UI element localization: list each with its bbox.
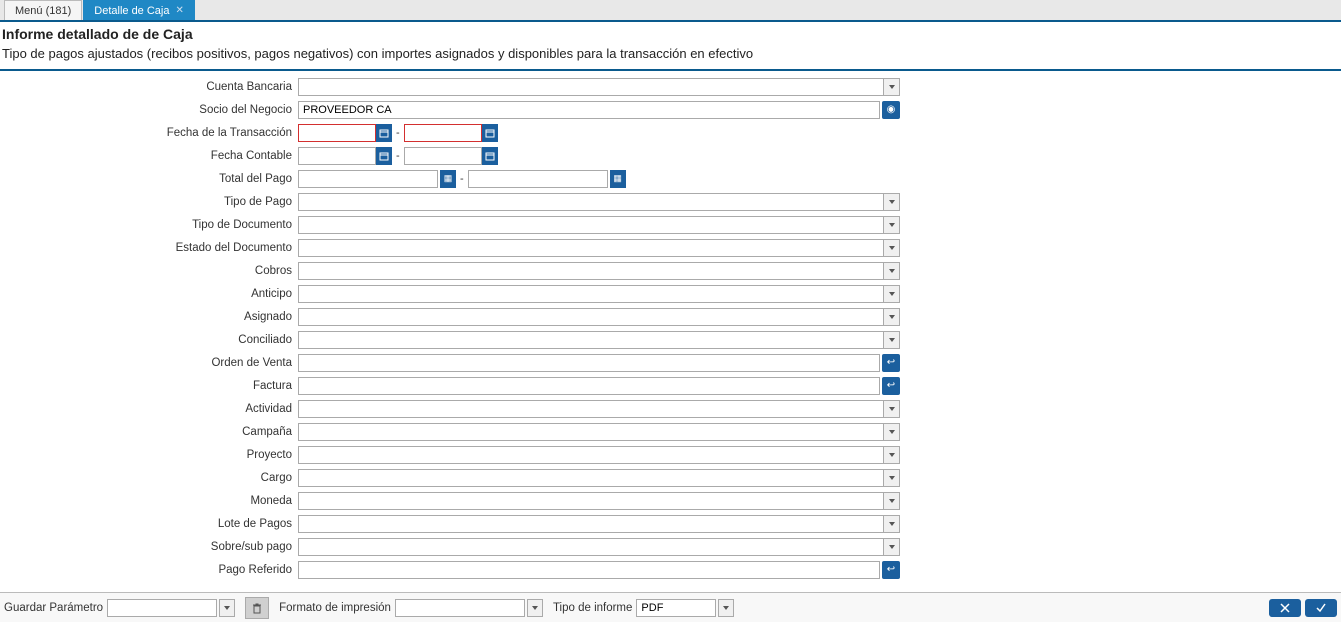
- estado-documento-input[interactable]: [298, 239, 884, 257]
- label-anticipo: Anticipo: [0, 288, 298, 300]
- proyecto-input[interactable]: [298, 446, 884, 464]
- chevron-down-icon[interactable]: [884, 193, 900, 211]
- check-icon: [1315, 602, 1327, 614]
- tab-detalle-label: Detalle de Caja: [94, 5, 169, 17]
- label-asignado: Asignado: [0, 311, 298, 323]
- chevron-down-icon[interactable]: [884, 239, 900, 257]
- chevron-down-icon[interactable]: [884, 446, 900, 464]
- calendar-icon[interactable]: [482, 147, 498, 165]
- chevron-down-icon[interactable]: [884, 400, 900, 418]
- label-orden-venta: Orden de Venta: [0, 357, 298, 369]
- factura-input[interactable]: [298, 377, 880, 395]
- tipo-pago-input[interactable]: [298, 193, 884, 211]
- page-subtitle: Tipo de pagos ajustados (recibos positiv…: [0, 44, 1341, 69]
- page-title: Informe detallado de de Caja: [0, 22, 1341, 44]
- asignado-input[interactable]: [298, 308, 884, 326]
- moneda-input[interactable]: [298, 492, 884, 510]
- socio-negocio-lookup-icon[interactable]: ◉: [882, 101, 900, 119]
- cargo-input[interactable]: [298, 469, 884, 487]
- chevron-down-icon[interactable]: [884, 216, 900, 234]
- label-socio-negocio: Socio del Negocio: [0, 104, 298, 116]
- label-sobre-sub-pago: Sobre/sub pago: [0, 541, 298, 553]
- total-pago-to-input[interactable]: [468, 170, 608, 188]
- tipo-informe-input[interactable]: [636, 599, 716, 617]
- guardar-parametro-input[interactable]: [107, 599, 217, 617]
- cancel-button[interactable]: [1269, 599, 1301, 617]
- chevron-down-icon[interactable]: [884, 331, 900, 349]
- actividad-input[interactable]: [298, 400, 884, 418]
- sobre-sub-pago-input[interactable]: [298, 538, 884, 556]
- formato-impresion-input[interactable]: [395, 599, 525, 617]
- chevron-down-icon[interactable]: [884, 492, 900, 510]
- label-total-pago: Total del Pago: [0, 173, 298, 185]
- form-area: Cuenta Bancaria Socio del Negocio ◉ Fech…: [0, 71, 1341, 581]
- fecha-transaccion-from-input[interactable]: [298, 124, 376, 142]
- chevron-down-icon[interactable]: [884, 423, 900, 441]
- orden-venta-input[interactable]: [298, 354, 880, 372]
- lookup-icon[interactable]: ↩: [882, 561, 900, 579]
- calendar-icon[interactable]: [376, 124, 392, 142]
- label-proyecto: Proyecto: [0, 449, 298, 461]
- label-conciliado: Conciliado: [0, 334, 298, 346]
- tipo-documento-input[interactable]: [298, 216, 884, 234]
- trash-icon[interactable]: [245, 597, 269, 619]
- tab-bar: Menú (181) Detalle de Caja ✕: [0, 0, 1341, 22]
- calendar-icon[interactable]: [376, 147, 392, 165]
- chevron-down-icon[interactable]: [884, 262, 900, 280]
- label-cobros: Cobros: [0, 265, 298, 277]
- footer-bar: Guardar Parámetro Formato de impresión T…: [0, 592, 1341, 622]
- chevron-down-icon[interactable]: [884, 285, 900, 303]
- ok-button[interactable]: [1305, 599, 1337, 617]
- label-fecha-transaccion: Fecha de la Transacción: [0, 127, 298, 139]
- label-fecha-contable: Fecha Contable: [0, 150, 298, 162]
- range-separator: -: [392, 127, 404, 139]
- calendar-icon[interactable]: [482, 124, 498, 142]
- label-actividad: Actividad: [0, 403, 298, 415]
- cobros-input[interactable]: [298, 262, 884, 280]
- fecha-contable-to-input[interactable]: [404, 147, 482, 165]
- calculator-icon[interactable]: ▦: [610, 170, 626, 188]
- label-factura: Factura: [0, 380, 298, 392]
- calculator-icon[interactable]: ▦: [440, 170, 456, 188]
- label-tipo-documento: Tipo de Documento: [0, 219, 298, 231]
- fecha-contable-from-input[interactable]: [298, 147, 376, 165]
- label-campana: Campaña: [0, 426, 298, 438]
- conciliado-input[interactable]: [298, 331, 884, 349]
- chevron-down-icon[interactable]: [884, 538, 900, 556]
- fecha-transaccion-to-input[interactable]: [404, 124, 482, 142]
- campana-input[interactable]: [298, 423, 884, 441]
- label-moneda: Moneda: [0, 495, 298, 507]
- chevron-down-icon[interactable]: [884, 308, 900, 326]
- range-separator: -: [456, 173, 468, 185]
- cuenta-bancaria-input[interactable]: [298, 78, 884, 96]
- total-pago-from-input[interactable]: [298, 170, 438, 188]
- label-estado-documento: Estado del Documento: [0, 242, 298, 254]
- tab-detalle-caja[interactable]: Detalle de Caja ✕: [83, 0, 195, 20]
- lookup-icon[interactable]: ↩: [882, 377, 900, 395]
- label-formato-impresion: Formato de impresión: [279, 602, 391, 614]
- range-separator: -: [392, 150, 404, 162]
- cuenta-bancaria-dropdown[interactable]: [884, 78, 900, 96]
- x-icon: [1279, 602, 1291, 614]
- label-lote-pagos: Lote de Pagos: [0, 518, 298, 530]
- label-pago-referido: Pago Referido: [0, 564, 298, 576]
- label-tipo-pago: Tipo de Pago: [0, 196, 298, 208]
- close-icon[interactable]: ✕: [175, 5, 183, 16]
- pago-referido-input[interactable]: [298, 561, 880, 579]
- anticipo-input[interactable]: [298, 285, 884, 303]
- socio-negocio-input[interactable]: [298, 101, 880, 119]
- tab-menu-label: Menú (181): [15, 5, 71, 17]
- lookup-icon[interactable]: ↩: [882, 354, 900, 372]
- chevron-down-icon[interactable]: [527, 599, 543, 617]
- chevron-down-icon[interactable]: [884, 515, 900, 533]
- chevron-down-icon[interactable]: [219, 599, 235, 617]
- label-cuenta-bancaria: Cuenta Bancaria: [0, 81, 298, 93]
- tab-menu[interactable]: Menú (181): [4, 0, 82, 20]
- chevron-down-icon[interactable]: [718, 599, 734, 617]
- label-tipo-informe: Tipo de informe: [553, 602, 632, 614]
- chevron-down-icon[interactable]: [884, 469, 900, 487]
- label-cargo: Cargo: [0, 472, 298, 484]
- lote-pagos-input[interactable]: [298, 515, 884, 533]
- label-guardar-parametro: Guardar Parámetro: [4, 602, 103, 614]
